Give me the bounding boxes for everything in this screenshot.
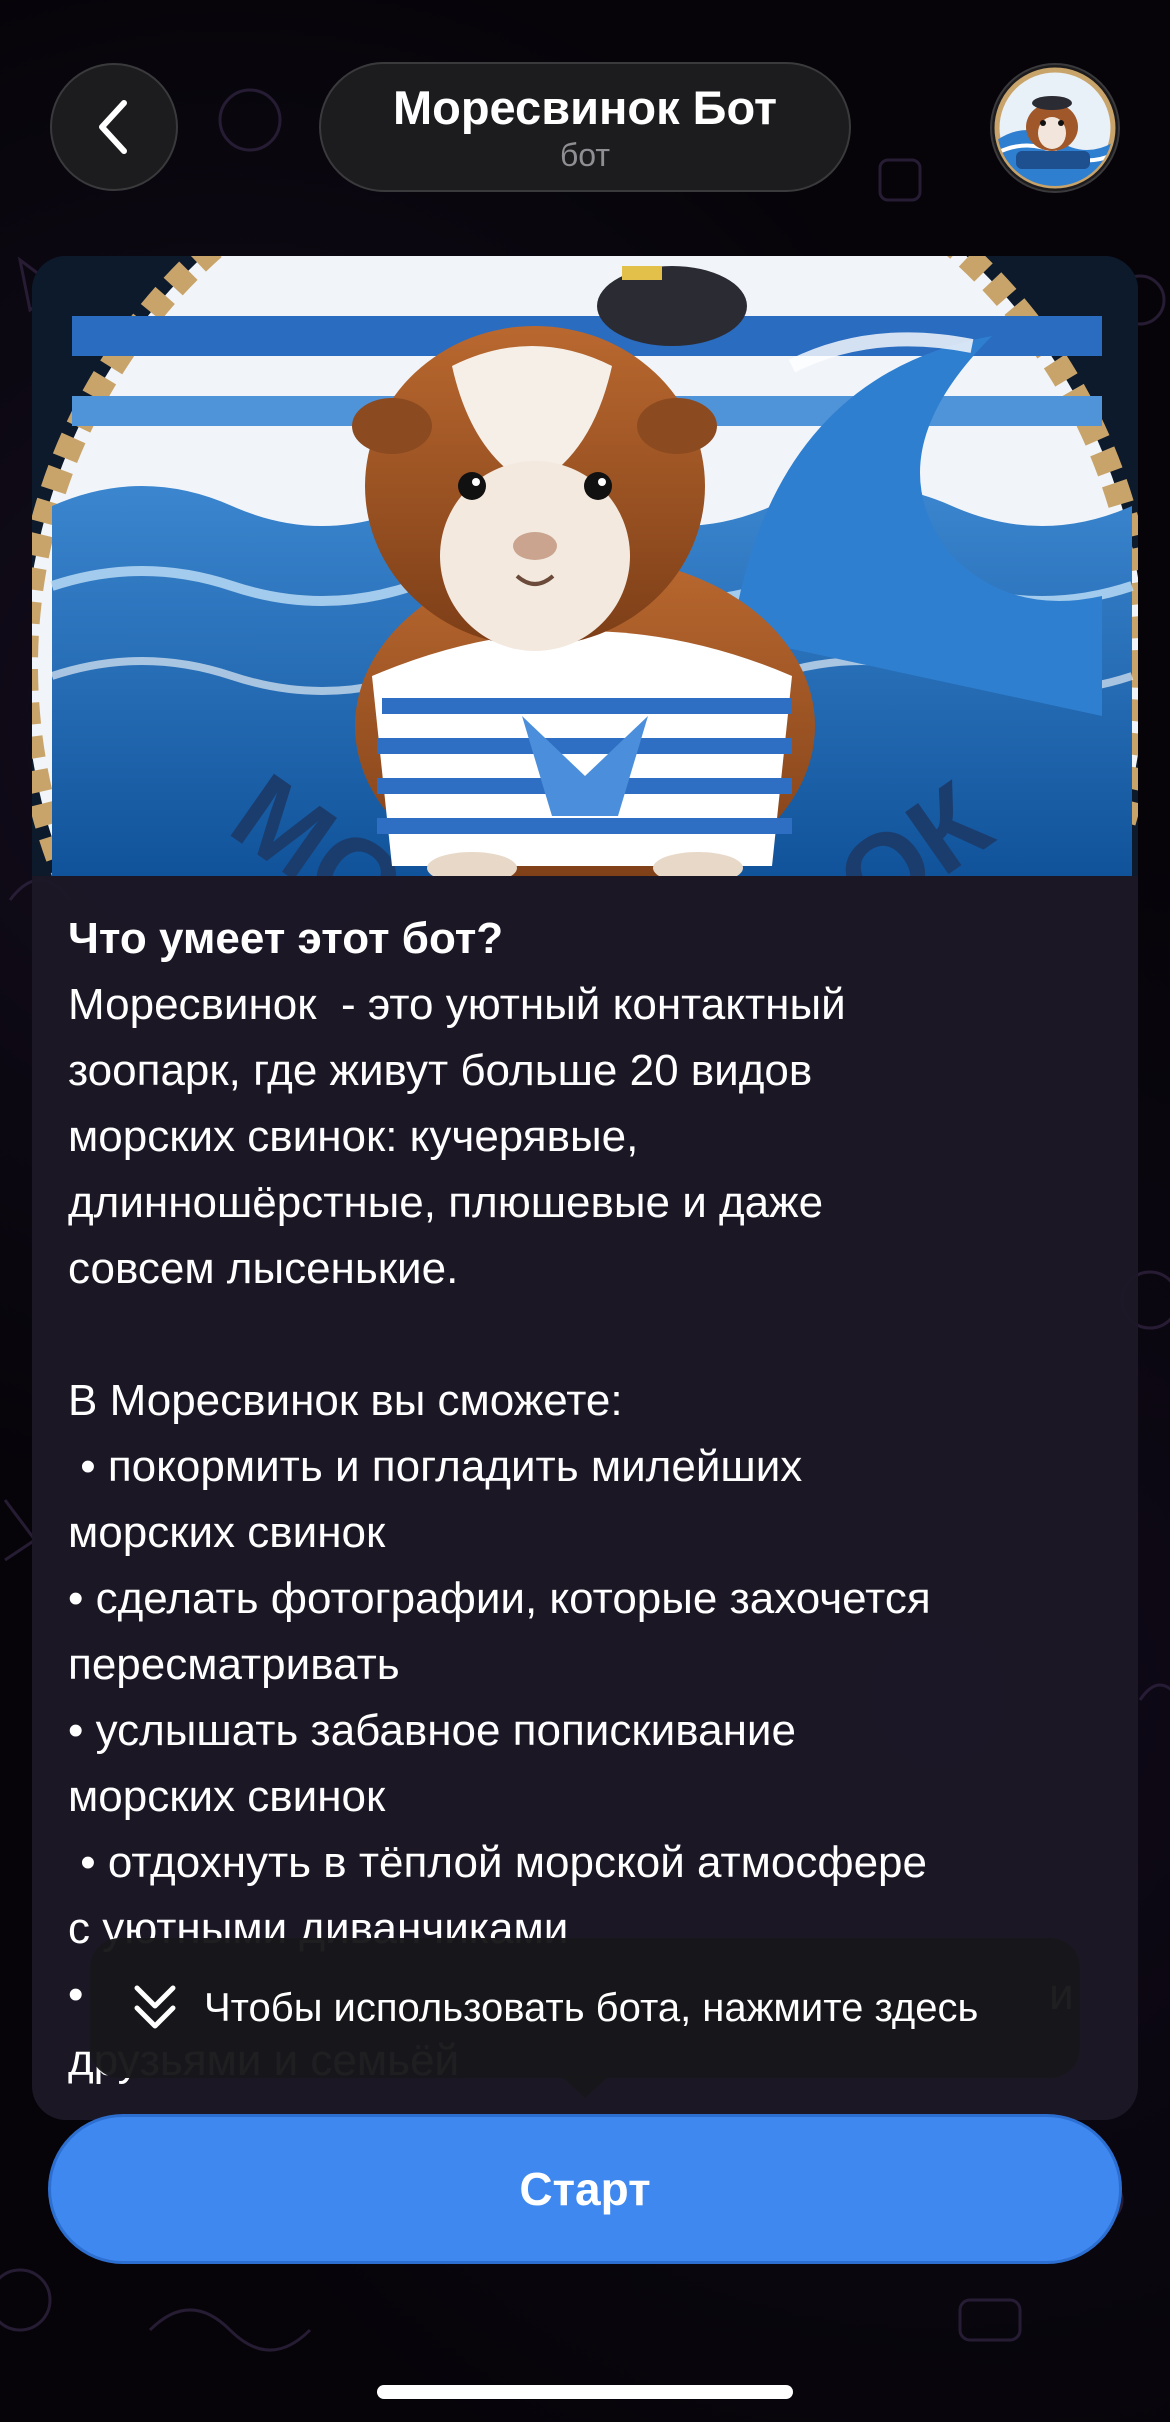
description-line: Моресвинок - это уютный контактный xyxy=(68,980,846,1029)
description-line: зоопарк, где живут больше 20 видов xyxy=(68,1046,813,1095)
description-text: Моресвинок - это уютный контактный зоопар… xyxy=(68,972,1104,2094)
description-blank-line xyxy=(68,1302,1104,1368)
description-line: морских свинок xyxy=(68,1508,386,1557)
start-button-label: Старт xyxy=(519,2163,651,2215)
start-button[interactable]: Старт xyxy=(48,2114,1122,2264)
description-line: • отдохнуть в тёплой морской атмосфере xyxy=(68,1838,927,1887)
bot-avatar[interactable] xyxy=(990,63,1120,193)
bot-name: Моресвинок Бот xyxy=(392,81,778,134)
home-indicator[interactable] xyxy=(377,2385,793,2399)
bot-hero-image: МО ОК xyxy=(32,256,1138,876)
description-line: морских свинок xyxy=(68,1772,386,1821)
description-heading: Что умеет этот бот? xyxy=(68,914,504,963)
description-line: В Моресвинок вы сможете: xyxy=(68,1376,623,1425)
double-chevron-down-icon xyxy=(134,1985,176,2029)
description-line: длинношёрстные, плюшевые и даже xyxy=(68,1178,824,1227)
back-button[interactable] xyxy=(50,63,178,191)
description-line: пересматривать xyxy=(68,1640,400,1689)
chevron-left-icon xyxy=(99,100,127,154)
tooltip-text: Чтобы использовать бота, нажмите здесь xyxy=(204,1985,979,2030)
guinea-pig-sailor-logo: МО ОК xyxy=(32,256,1138,876)
description-line: • покормить и погладить милейших xyxy=(68,1442,803,1491)
start-hint-tooltip[interactable]: Чтобы использовать бота, нажмите здесь xyxy=(90,1938,1080,2078)
bot-description: Что умеет этот бот? Моресвинок - это уют… xyxy=(68,906,1104,2094)
guinea-pig-avatar-icon xyxy=(994,67,1116,189)
tooltip-pointer xyxy=(561,2076,609,2098)
chat-title[interactable]: Моресвинок Бот бот xyxy=(319,62,851,192)
bot-subtitle: бот xyxy=(559,137,611,173)
description-line: морских свинок: кучерявые, xyxy=(68,1112,639,1161)
description-line: • сделать фотографии, которые захочется xyxy=(68,1574,931,1623)
description-line: совсем лысенькие. xyxy=(68,1244,459,1293)
description-line: • услышать забавное попискивание xyxy=(68,1706,796,1755)
bot-info-card: МО ОК Что умеет этот бот? Моресвинок - э… xyxy=(32,256,1138,2120)
